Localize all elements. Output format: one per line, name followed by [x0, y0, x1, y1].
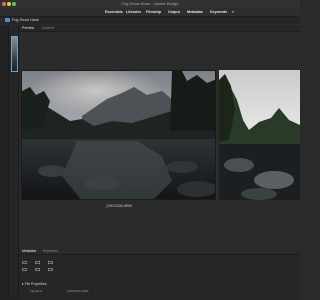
workspace-output[interactable]: Output [168, 8, 180, 16]
file-properties-heading[interactable]: ▸ File Properties [22, 282, 47, 286]
landscape-photo [22, 71, 215, 199]
white-balance-icon [22, 268, 27, 271]
chevron-left-icon[interactable]: ‹ [1, 16, 2, 24]
filename-label: Filename [30, 289, 43, 293]
preview-tab-row [19, 25, 300, 32]
workspace-more-button[interactable]: » [232, 8, 234, 16]
breadcrumb[interactable]: Fog Snow Hose [12, 16, 39, 24]
folder-icon [5, 18, 10, 22]
metadata-panel [19, 248, 300, 300]
aperture-icon [22, 261, 27, 264]
filename-value: _DSC0336.ARW [66, 289, 89, 293]
path-bar [0, 16, 300, 24]
tab-keywords[interactable]: Keywords [43, 248, 58, 255]
metadata-tab-row [19, 248, 300, 255]
workspace-metadata[interactable]: Metadata [187, 8, 203, 16]
preview-image[interactable] [21, 70, 216, 200]
metering-icon [35, 268, 40, 271]
iso-icon [48, 261, 53, 264]
next-image-preview[interactable] [219, 70, 300, 200]
landscape-photo-next [219, 70, 300, 200]
workspace-filmstrip[interactable]: Filmstrip [146, 8, 161, 16]
preview-filename: _DSC0336.ARW [105, 204, 132, 208]
tab-content[interactable]: Content [42, 25, 54, 32]
left-panel-collapsed [0, 25, 9, 300]
status-bar [0, 294, 19, 300]
workspace-libraries[interactable]: Libraries [126, 8, 141, 16]
workspace-keywords[interactable]: Keywords [210, 8, 227, 16]
tab-preview[interactable]: Preview [22, 25, 34, 32]
workspace-essentials[interactable]: Essentials [105, 8, 123, 16]
filmstrip-thumbnail-selected[interactable] [11, 36, 18, 72]
shutter-icon [35, 261, 40, 264]
exposure-icon [48, 268, 53, 271]
tab-metadata[interactable]: Metadata [22, 248, 36, 255]
file-properties-label: File Properties [24, 282, 47, 286]
window-title: Fog Snow Hose – Adobe Bridge [121, 1, 179, 6]
